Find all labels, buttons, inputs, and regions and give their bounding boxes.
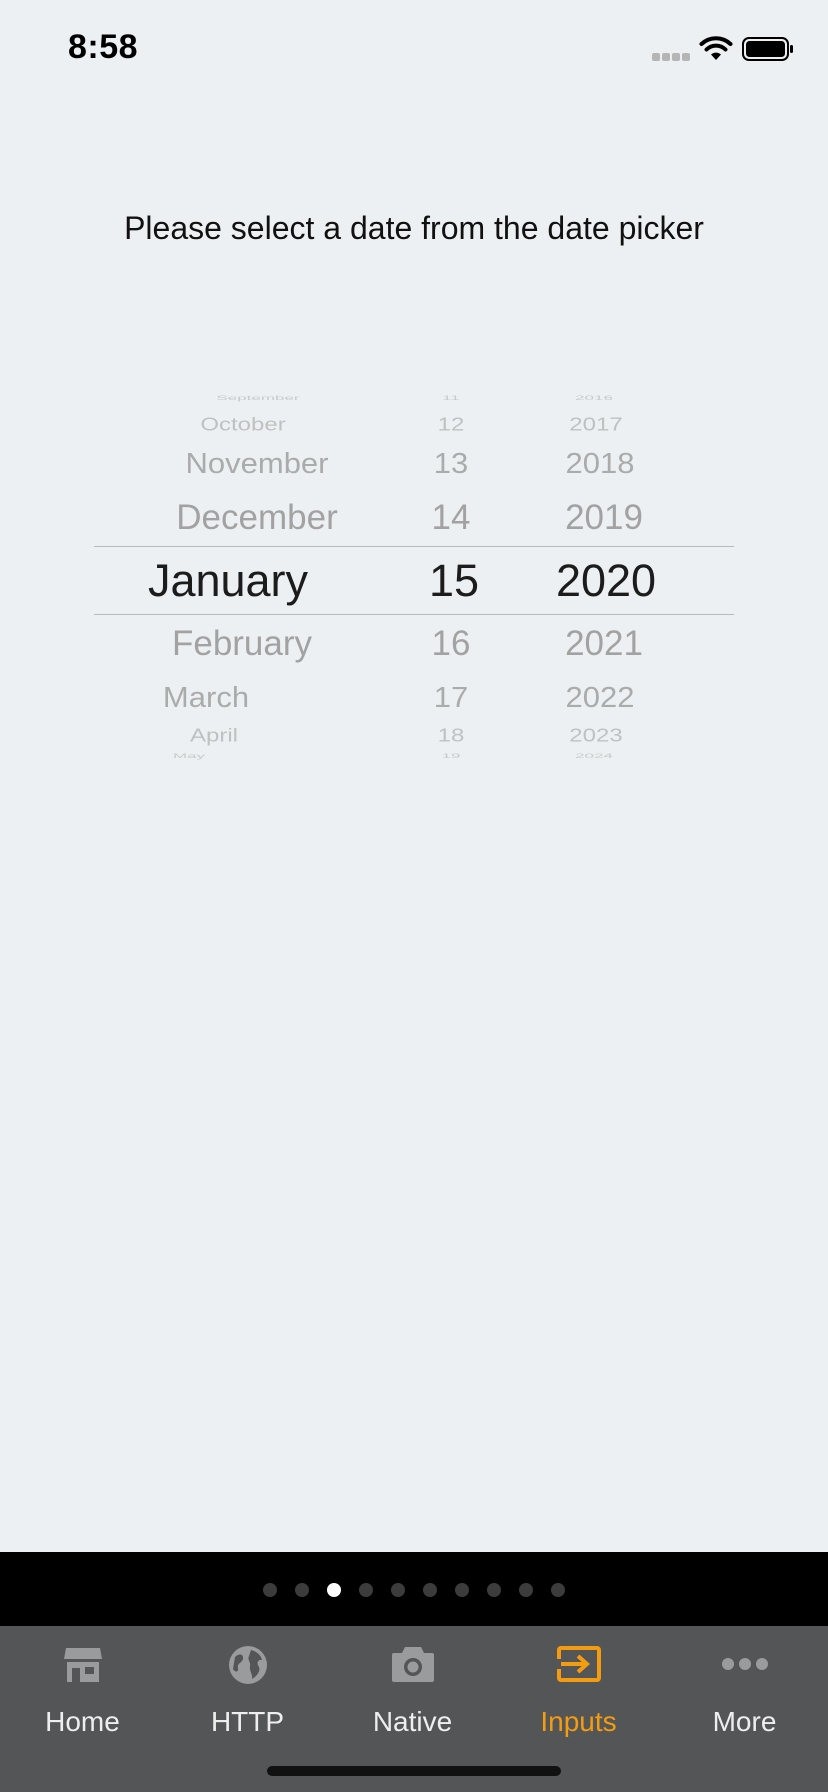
picker-year-value[interactable]: 2016: [575, 395, 613, 402]
picker-year-value[interactable]: 2020: [556, 555, 656, 607]
picker-month-value[interactable]: May: [173, 753, 205, 760]
store-icon: [63, 1648, 102, 1682]
tab-native[interactable]: Native: [330, 1626, 495, 1746]
home-indicator: [267, 1766, 561, 1776]
picker-selection-bottom-line: [94, 614, 734, 615]
tab-label: HTTP: [210, 1706, 285, 1737]
picker-month-value[interactable]: October: [200, 415, 285, 436]
page-dot[interactable]: [295, 1583, 309, 1597]
page-dot[interactable]: [263, 1583, 277, 1597]
page-dot[interactable]: [423, 1583, 437, 1597]
picker-month-value[interactable]: September: [216, 395, 299, 402]
globe-icon: [228, 1646, 267, 1684]
picker-year-value[interactable]: 2024: [575, 753, 613, 760]
page-dot[interactable]: [359, 1583, 373, 1597]
picker-day-value[interactable]: 11: [442, 395, 460, 402]
page-dot[interactable]: [455, 1583, 469, 1597]
picker-month-value[interactable]: February: [172, 624, 312, 664]
page-dot[interactable]: [551, 1583, 565, 1597]
picker-day-value[interactable]: 19: [442, 753, 461, 760]
picker-day-value[interactable]: 12: [438, 415, 465, 436]
date-picker[interactable]: September 11 2016 October 12 2017 November 13 20…: [94, 395, 734, 760]
input-icon: [555, 1646, 601, 1682]
page-dot[interactable]: [519, 1583, 533, 1597]
tab-http[interactable]: HTTP: [165, 1626, 330, 1746]
picker-selection-top-line: [94, 546, 734, 547]
picker-month-value[interactable]: April: [190, 726, 238, 747]
status-bar: 8:58: [0, 0, 828, 100]
cellular-signal-icon: [652, 53, 692, 61]
more-icon: [721, 1658, 768, 1670]
picker-day-value[interactable]: 17: [434, 681, 468, 714]
picker-day-value[interactable]: 18: [438, 726, 465, 747]
picker-year-value[interactable]: 2022: [566, 681, 635, 714]
picker-year-value[interactable]: 2023: [569, 726, 622, 747]
picker-month-value[interactable]: January: [148, 555, 308, 607]
status-time: 8:58: [68, 28, 139, 66]
tab-label: More: [712, 1706, 777, 1737]
date-picker-prompt: Please select a date from the date picke…: [124, 210, 704, 246]
wifi-icon: [699, 36, 733, 60]
picker-year-value[interactable]: 2017: [569, 415, 622, 436]
tab-home[interactable]: Home: [0, 1626, 165, 1746]
picker-day-value[interactable]: 14: [432, 498, 471, 538]
battery-icon: [742, 37, 793, 61]
page-dot[interactable]: [487, 1583, 501, 1597]
camera-icon: [391, 1647, 434, 1682]
picker-day-value[interactable]: 16: [432, 624, 471, 664]
picker-month-value[interactable]: March: [163, 681, 249, 714]
tab-label: Home: [45, 1706, 120, 1737]
picker-month-value[interactable]: November: [186, 447, 329, 480]
picker-year-value[interactable]: 2021: [565, 624, 643, 664]
picker-month-value[interactable]: December: [176, 498, 337, 538]
tab-inputs[interactable]: Inputs: [496, 1626, 661, 1746]
page-dot-active[interactable]: [327, 1583, 341, 1597]
picker-day-value[interactable]: 15: [429, 555, 479, 607]
tab-more[interactable]: More: [662, 1626, 827, 1746]
tab-label: Inputs: [540, 1706, 617, 1737]
page-dot[interactable]: [391, 1583, 405, 1597]
picker-day-value[interactable]: 13: [434, 447, 468, 480]
page-indicator[interactable]: [0, 1552, 828, 1626]
picker-year-value[interactable]: 2018: [566, 447, 635, 480]
picker-year-value[interactable]: 2019: [565, 498, 643, 538]
tab-label: Native: [372, 1706, 453, 1737]
